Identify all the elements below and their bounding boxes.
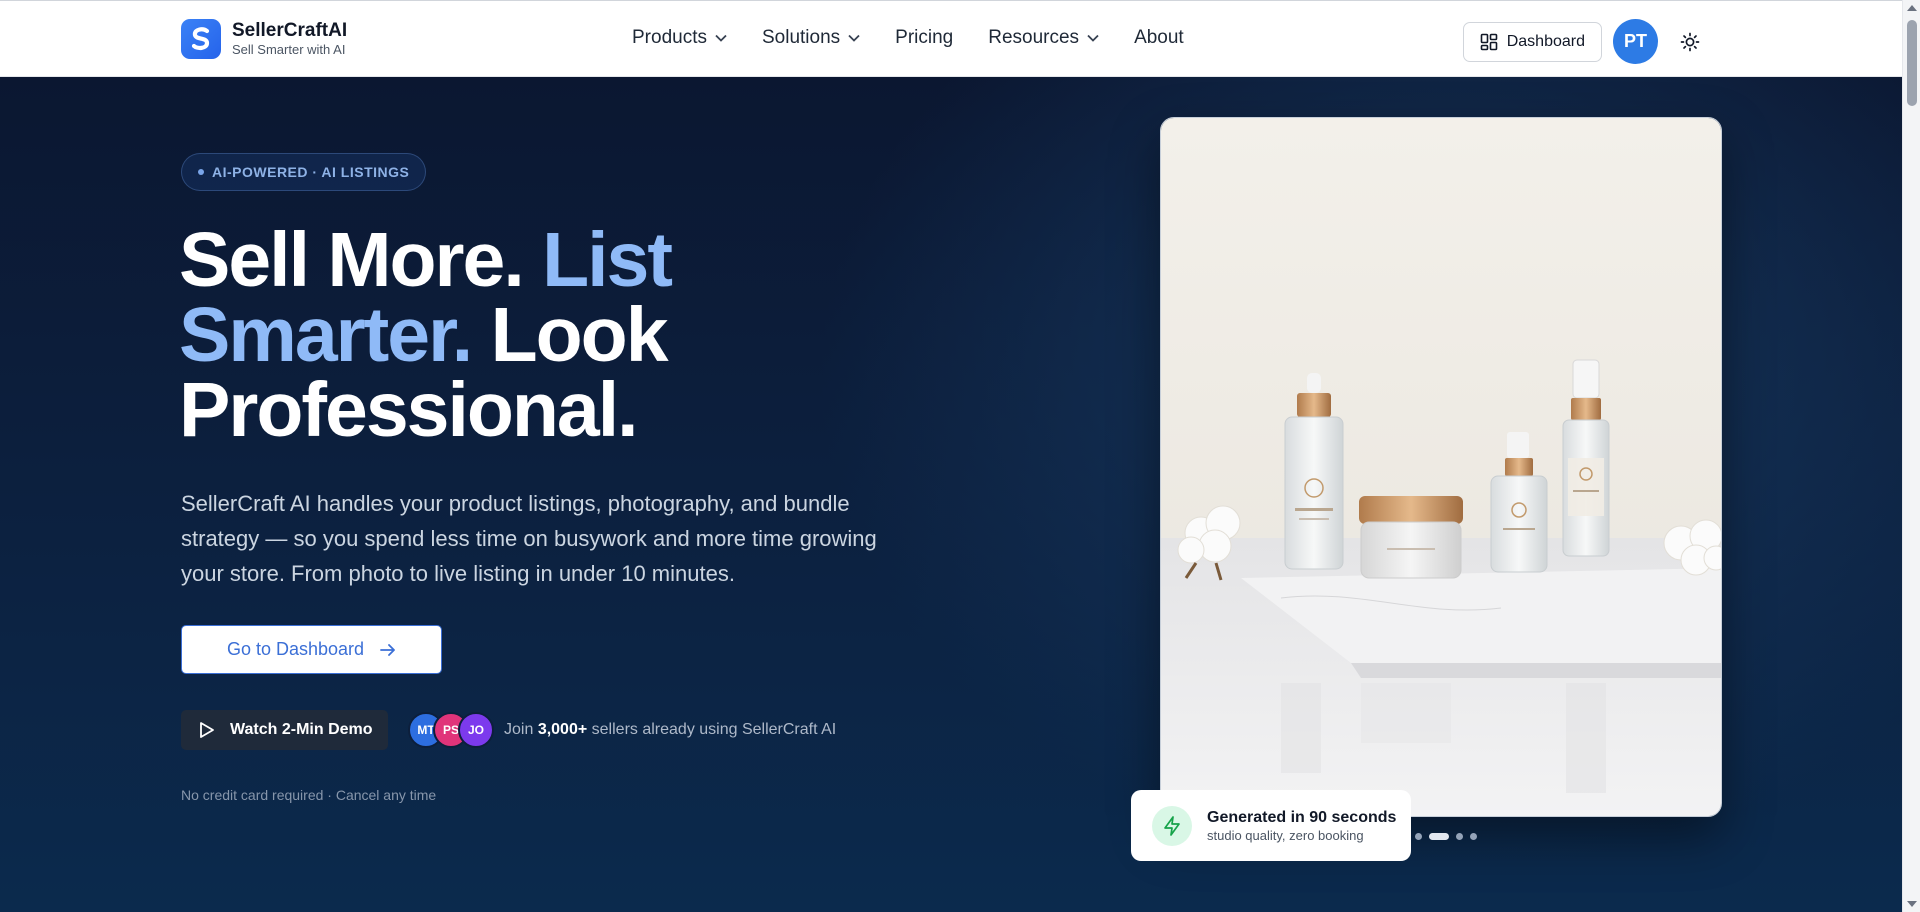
product-photo (1161, 118, 1721, 816)
go-to-dashboard-button[interactable]: Go to Dashboard (181, 625, 442, 674)
toast-subtitle: studio quality, zero booking (1207, 827, 1364, 843)
dashboard-button-label: Dashboard (1506, 32, 1585, 50)
scrollbar-thumb[interactable] (1907, 20, 1917, 106)
hero-section: AI-POWERED · AI LISTINGS Sell More. List… (0, 77, 1902, 912)
generated-toast: Generated in 90 seconds studio quality, … (1131, 790, 1411, 861)
arrow-right-icon (380, 643, 395, 656)
nav-solutions[interactable]: Solutions (762, 27, 860, 49)
nav-about-label: About (1134, 27, 1184, 48)
sun-icon (1680, 32, 1700, 51)
nav-pricing-label: Pricing (895, 27, 954, 48)
hero-badge-label: AI-POWERED · AI LISTINGS (212, 164, 410, 180)
nav-about[interactable]: About (1134, 27, 1184, 49)
carousel-dot[interactable] (1456, 833, 1463, 840)
play-icon (200, 722, 214, 738)
scroll-up-arrow-icon[interactable] (1907, 5, 1917, 11)
brand-logo-icon (181, 19, 221, 59)
nav-products-label: Products (632, 27, 707, 48)
carousel-dot-active[interactable] (1429, 833, 1449, 840)
nav-resources[interactable]: Resources (988, 27, 1099, 49)
lightning-icon (1152, 805, 1192, 846)
social-suffix: sellers already using SellerCraft AI (591, 721, 837, 738)
cta-label: Go to Dashboard (226, 639, 365, 659)
nav-resources-label: Resources (988, 27, 1080, 48)
theme-toggle-button[interactable] (1678, 30, 1702, 54)
fine-print: No credit card required · Cancel any tim… (181, 787, 437, 803)
demo-label: Watch 2-Min Demo (230, 721, 373, 738)
chevron-down-icon (715, 34, 727, 42)
headline-part1: Sell More. (179, 217, 543, 303)
chevron-down-icon (848, 34, 860, 42)
top-navbar: SellerCraftAI Sell Smarter with AI Produ… (0, 0, 1902, 77)
hero-headline: Sell More. List Smarter. Look Profession… (179, 222, 799, 449)
chevron-down-icon (1087, 34, 1099, 42)
toast-title: Generated in 90 seconds (1207, 808, 1397, 826)
hero-description: SellerCraft AI handles your product list… (181, 491, 877, 586)
badge-dot-icon (198, 169, 204, 175)
brand-tagline: Sell Smarter with AI (232, 42, 346, 57)
nav-products[interactable]: Products (632, 27, 727, 49)
carousel-dots (1415, 833, 1484, 840)
brand-name: SellerCraftAI (232, 20, 348, 41)
seller-count: 3,000+ (537, 721, 588, 738)
dashboard-grid-icon (1480, 33, 1498, 50)
social-proof-text: Join 3,000+ sellers already using Seller… (504, 721, 836, 739)
product-image-card (1160, 117, 1722, 817)
nav-pricing[interactable]: Pricing (895, 27, 953, 49)
carousel-dot[interactable] (1470, 833, 1477, 840)
user-avatar[interactable]: PT (1613, 19, 1658, 64)
seller-avatar: JO (458, 712, 494, 748)
seller-avatars: MT PS JO (408, 712, 494, 748)
hero-badge: AI-POWERED · AI LISTINGS (181, 153, 427, 191)
carousel-dot[interactable] (1415, 833, 1422, 840)
watch-demo-button[interactable]: Watch 2-Min Demo (181, 710, 388, 750)
dashboard-button[interactable]: Dashboard (1462, 21, 1602, 62)
scroll-down-arrow-icon[interactable] (1907, 901, 1917, 907)
social-prefix: Join (504, 721, 534, 738)
main-menu: Products Solutions Pricing Resources Abo… (632, 27, 1219, 49)
nav-solutions-label: Solutions (761, 27, 841, 48)
social-proof: MT PS JO Join 3,000+ sellers already usi… (408, 712, 836, 748)
page-scrollbar[interactable] (1902, 0, 1920, 912)
brand[interactable]: SellerCraftAI Sell Smarter with AI (181, 19, 347, 59)
